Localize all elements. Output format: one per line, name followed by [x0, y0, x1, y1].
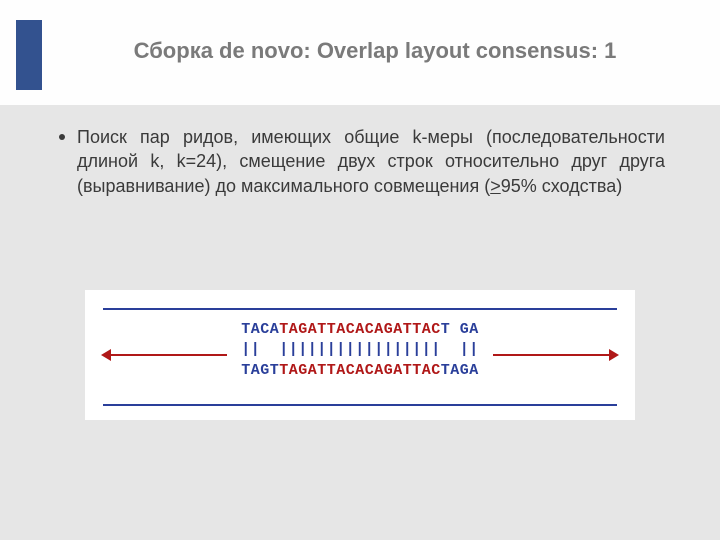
read2-prefix: TAGT — [241, 362, 279, 379]
bullet-1-text-post: 95% сходства) — [501, 176, 623, 196]
gte-symbol: > — [490, 176, 501, 196]
arrow-left-line — [109, 354, 227, 356]
read2-suffix: TAGA — [441, 362, 479, 379]
alignment-figure: TACATAGATTACACAGATTACT GA || |||||||||||… — [85, 290, 635, 420]
read2: TAGTTAGATTACACAGATTACTAGA — [241, 362, 479, 379]
slide: Сборка de novo: Overlap layout consensus… — [0, 0, 720, 540]
match-bars: || ||||||||||||||||| || — [241, 341, 479, 358]
arrow-right-icon — [609, 349, 619, 361]
sequence-alignment: TACATAGATTACACAGATTACT GA || |||||||||||… — [241, 320, 479, 381]
slide-title: Сборка de novo: Overlap layout consensus… — [70, 38, 680, 64]
accent-bar-icon — [16, 20, 42, 90]
body-text: Поиск пар ридов, имеющих общие k-меры (п… — [55, 125, 665, 198]
bullet-1: Поиск пар ридов, имеющих общие k-меры (п… — [55, 125, 665, 198]
read1-core: TAGATTACACAGATTAC — [279, 321, 441, 338]
reference-line-bottom — [103, 404, 617, 406]
read1-prefix: TACA — [241, 321, 279, 338]
arrow-right-line — [493, 354, 611, 356]
read1: TACATAGATTACACAGATTACT GA — [241, 321, 479, 338]
read2-core: TAGATTACACAGATTAC — [279, 362, 441, 379]
reference-line-top — [103, 308, 617, 310]
read1-gap: T GA — [441, 321, 479, 338]
